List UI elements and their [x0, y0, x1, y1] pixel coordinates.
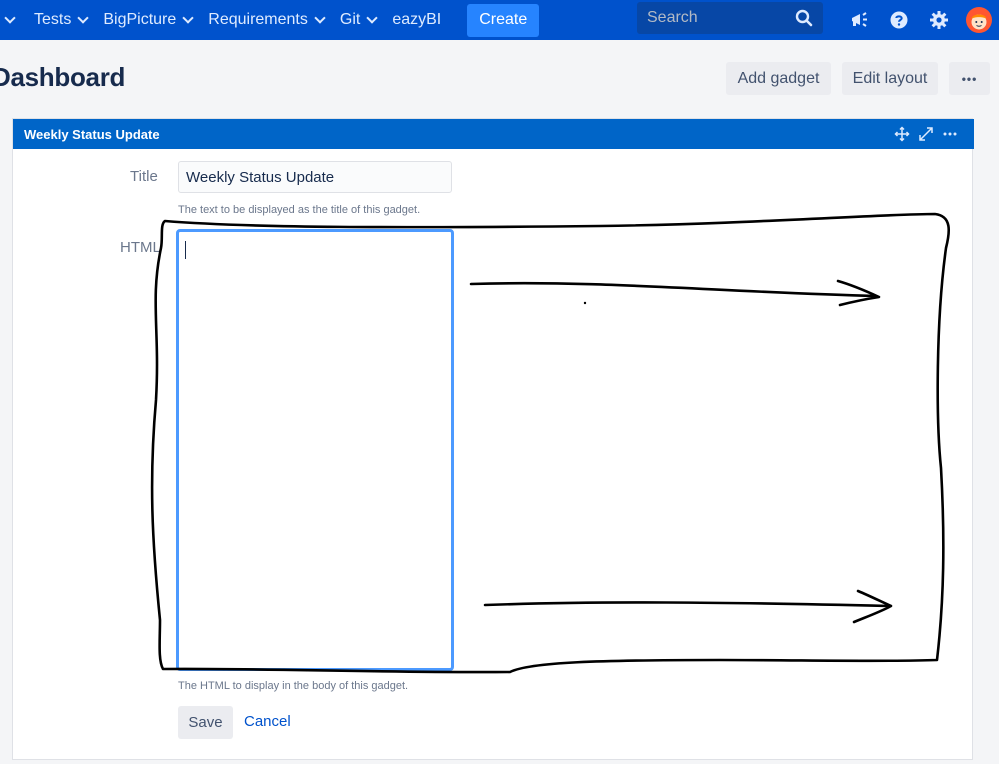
html-field-label: HTML [120, 239, 161, 256]
nav-item-eazybi[interactable]: eazyBI [384, 0, 449, 40]
title-input[interactable]: Weekly Status Update [178, 161, 452, 193]
save-button[interactable]: Save [178, 706, 233, 739]
nav-collapsed-chevron[interactable] [0, 0, 22, 40]
cancel-link[interactable]: Cancel [244, 713, 291, 730]
nav-item-requirements[interactable]: Requirements [200, 0, 332, 40]
chevron-down-icon [366, 11, 378, 24]
nav-item-label: eazyBI [392, 11, 442, 28]
add-gadget-button[interactable]: Add gadget [726, 62, 831, 95]
nav-item-git[interactable]: Git [332, 0, 384, 40]
help-icon[interactable] [879, 0, 919, 40]
create-button[interactable]: Create [467, 3, 540, 37]
settings-gear-icon[interactable] [919, 0, 959, 40]
page-title: Dashboard [0, 62, 126, 92]
gadget-panel: Weekly Status Update [12, 118, 974, 760]
more-actions-button[interactable]: ••• [949, 62, 990, 95]
chevron-down-icon [314, 11, 326, 24]
nav-item-label: Requirements [208, 11, 308, 28]
chevron-down-icon [77, 11, 90, 24]
search-input[interactable]: Search [637, 2, 823, 34]
nav-item-tests[interactable]: Tests [26, 0, 95, 40]
nav-item-label: Git [339, 11, 361, 28]
move-icon[interactable] [894, 126, 910, 142]
nav-item-bigpicture[interactable]: BigPicture [95, 0, 200, 40]
gadget-menu-icon[interactable] [942, 126, 958, 142]
title-field-label: Title [130, 168, 158, 185]
text-caret [185, 241, 186, 259]
gadget-header: Weekly Status Update [13, 119, 974, 149]
maximize-icon[interactable] [918, 126, 934, 142]
notifications-megaphone-icon[interactable] [839, 0, 879, 40]
gadget-title: Weekly Status Update [24, 126, 160, 142]
user-avatar[interactable] [959, 0, 999, 40]
search-placeholder: Search [647, 9, 698, 26]
nav-item-label: BigPicture [103, 11, 177, 28]
nav-item-label: Tests [34, 11, 72, 28]
search-icon [795, 9, 813, 27]
gadget-header-actions [894, 119, 958, 149]
chevron-down-icon [4, 11, 16, 24]
nav-right-icons [839, 0, 999, 40]
edit-layout-button[interactable]: Edit layout [842, 62, 938, 95]
title-help-text: The text to be displayed as the title of… [178, 204, 421, 216]
html-textarea[interactable] [176, 229, 454, 671]
chevron-down-icon [182, 11, 194, 24]
html-help-text: The HTML to display in the body of this … [178, 680, 409, 692]
top-navigation: Tests BigPicture Requirements Git eazyBI… [0, 0, 999, 40]
